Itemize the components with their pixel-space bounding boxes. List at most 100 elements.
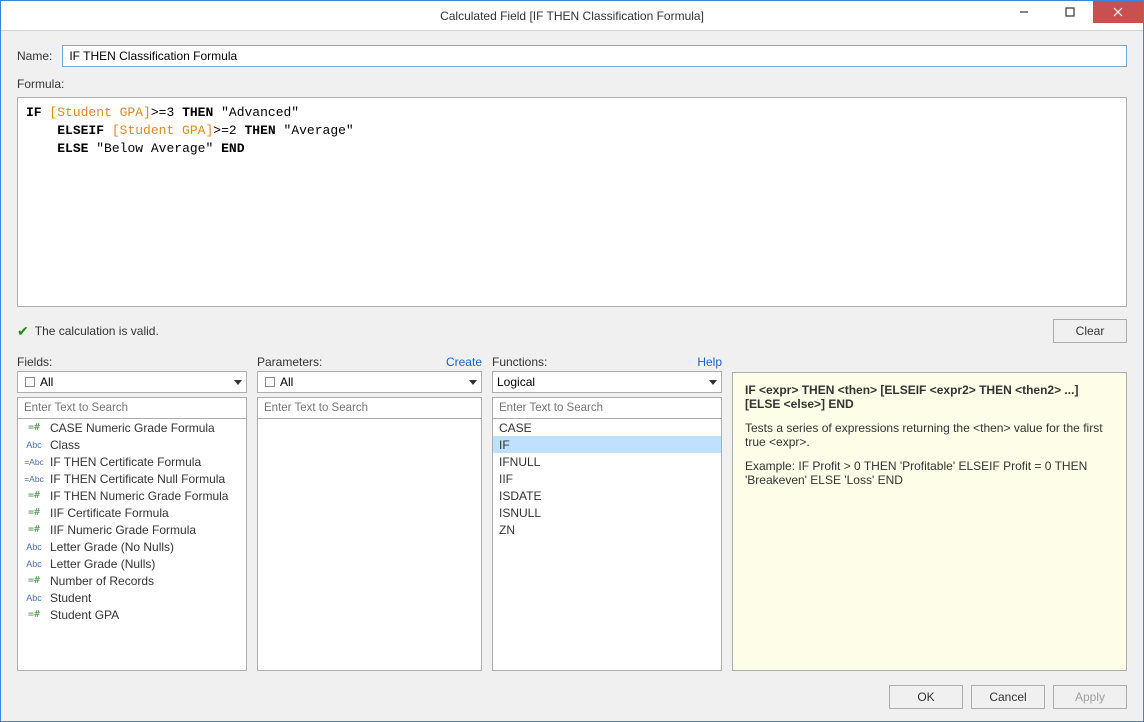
- help-description: Tests a series of expressions returning …: [745, 421, 1114, 449]
- fields-panel: Fields: All =# CASE Numeric Grade Formula…: [17, 355, 247, 671]
- chevron-down-icon: [469, 375, 477, 389]
- window-title: Calculated Field [IF THEN Classification…: [1, 9, 1143, 23]
- apply-button[interactable]: Apply: [1053, 685, 1127, 709]
- list-item-label: IIF Numeric Grade Formula: [50, 523, 196, 537]
- name-input[interactable]: [62, 45, 1127, 67]
- help-box: IF <expr> THEN <then> [ELSEIF <expr2> TH…: [732, 372, 1127, 671]
- list-item[interactable]: =# IIF Numeric Grade Formula: [18, 521, 246, 538]
- list-item[interactable]: =#IIF Certificate Formula: [18, 504, 246, 521]
- list-item[interactable]: =# Number of Records: [18, 572, 246, 589]
- list-item-label: Student GPA: [50, 608, 119, 622]
- dialog-footer: OK Cancel Apply: [17, 685, 1127, 709]
- help-panel: IF <expr> THEN <then> [ELSEIF <expr2> TH…: [732, 355, 1127, 671]
- ok-button[interactable]: OK: [889, 685, 963, 709]
- list-item[interactable]: CASE: [493, 419, 721, 436]
- create-link[interactable]: Create: [446, 355, 482, 369]
- list-item-label: IF THEN Numeric Grade Formula: [50, 489, 228, 503]
- list-item-label: Letter Grade (No Nulls): [50, 540, 174, 554]
- chevron-down-icon: [234, 375, 242, 389]
- parameters-header: Parameters: Create: [257, 355, 482, 369]
- fields-list[interactable]: =#CASE Numeric Grade FormulaAbcClass=Abc…: [17, 419, 247, 671]
- formula-editor[interactable]: IF [Student GPA]>=3 THEN "Advanced" ELSE…: [17, 97, 1127, 307]
- functions-search-input[interactable]: [492, 397, 722, 419]
- field-type-icon: =Abc: [24, 457, 44, 467]
- field-type-icon: =#: [24, 507, 44, 518]
- square-icon: [22, 377, 38, 387]
- chevron-down-icon: [709, 375, 717, 389]
- formula-label: Formula:: [17, 77, 1127, 91]
- list-item-label: IF THEN Certificate Null Formula: [50, 472, 225, 486]
- help-syntax: IF <expr> THEN <then> [ELSEIF <expr2> TH…: [745, 383, 1114, 411]
- functions-dropdown-value: Logical: [497, 375, 535, 389]
- parameters-dropdown-value: All: [280, 375, 293, 389]
- field-type-icon: Abc: [24, 440, 44, 450]
- field-type-icon: Abc: [24, 559, 44, 569]
- list-item[interactable]: ZN: [493, 521, 721, 538]
- cancel-button[interactable]: Cancel: [971, 685, 1045, 709]
- list-item[interactable]: IIF: [493, 470, 721, 487]
- clear-button[interactable]: Clear: [1053, 319, 1127, 343]
- field-type-icon: =#: [24, 575, 44, 586]
- parameters-panel: Parameters: Create All: [257, 355, 482, 671]
- checkmark-icon: ✔: [17, 323, 29, 340]
- list-item[interactable]: =AbcIF THEN Certificate Null Formula: [18, 470, 246, 487]
- field-type-icon: =#: [24, 524, 44, 535]
- fields-dropdown-value: All: [40, 375, 53, 389]
- fields-search-input[interactable]: [17, 397, 247, 419]
- field-type-icon: =#: [24, 490, 44, 501]
- parameters-dropdown[interactable]: All: [257, 371, 482, 393]
- list-item-label: ISDATE: [499, 489, 541, 503]
- list-item[interactable]: Abc Letter Grade (No Nulls): [18, 538, 246, 555]
- list-item-label: Letter Grade (Nulls): [50, 557, 155, 571]
- list-item[interactable]: =Abc IF THEN Certificate Formula: [18, 453, 246, 470]
- list-item-label: IFNULL: [499, 455, 540, 469]
- name-label: Name:: [17, 49, 52, 63]
- list-item[interactable]: Abc Student: [18, 589, 246, 606]
- fields-label: Fields:: [17, 355, 52, 369]
- close-button[interactable]: [1093, 1, 1143, 23]
- list-item[interactable]: ISNULL: [493, 504, 721, 521]
- functions-header: Functions: Help: [492, 355, 722, 369]
- fields-header: Fields:: [17, 355, 247, 369]
- help-example: Example: IF Profit > 0 THEN 'Profitable'…: [745, 459, 1114, 487]
- list-item-label: Number of Records: [50, 574, 154, 588]
- functions-list[interactable]: CASE IF IFNULLIIF ISDATE ISNULL ZN: [492, 419, 722, 671]
- list-item-label: IF THEN Certificate Formula: [50, 455, 201, 469]
- list-item[interactable]: AbcClass: [18, 436, 246, 453]
- field-type-icon: Abc: [24, 593, 44, 603]
- list-item[interactable]: =# IF THEN Numeric Grade Formula: [18, 487, 246, 504]
- window-controls: [1001, 1, 1143, 23]
- help-link[interactable]: Help: [697, 355, 722, 369]
- list-item-label: ISNULL: [499, 506, 541, 520]
- list-item[interactable]: IFNULL: [493, 453, 721, 470]
- field-type-icon: Abc: [24, 542, 44, 552]
- status-row: ✔ The calculation is valid. Clear: [17, 319, 1127, 343]
- list-item-label: CASE Numeric Grade Formula: [50, 421, 215, 435]
- dialog-window: Calculated Field [IF THEN Classification…: [0, 0, 1144, 722]
- field-type-icon: =#: [24, 609, 44, 620]
- square-icon: [262, 377, 278, 387]
- name-row: Name:: [17, 45, 1127, 67]
- list-item[interactable]: ISDATE: [493, 487, 721, 504]
- maximize-icon: [1065, 7, 1075, 17]
- minimize-icon: [1019, 7, 1029, 17]
- list-item[interactable]: =# Student GPA: [18, 606, 246, 623]
- help-spacer: [732, 355, 1127, 372]
- field-type-icon: =#: [24, 422, 44, 433]
- minimize-button[interactable]: [1001, 1, 1047, 23]
- list-item-label: ZN: [499, 523, 515, 537]
- parameters-list[interactable]: [257, 419, 482, 671]
- list-item-label: IF: [499, 438, 510, 452]
- maximize-button[interactable]: [1047, 1, 1093, 23]
- functions-dropdown[interactable]: Logical: [492, 371, 722, 393]
- functions-label: Functions:: [492, 355, 547, 369]
- parameters-search-input[interactable]: [257, 397, 482, 419]
- list-item[interactable]: Abc Letter Grade (Nulls): [18, 555, 246, 572]
- fields-dropdown[interactable]: All: [17, 371, 247, 393]
- status-message: ✔ The calculation is valid.: [17, 323, 159, 340]
- titlebar: Calculated Field [IF THEN Classification…: [1, 1, 1143, 31]
- list-item[interactable]: =# CASE Numeric Grade Formula: [18, 419, 246, 436]
- dialog-content: Name: Formula: IF [Student GPA]>=3 THEN …: [1, 31, 1143, 721]
- list-item[interactable]: IF: [493, 436, 721, 453]
- list-item-label: Student: [50, 591, 91, 605]
